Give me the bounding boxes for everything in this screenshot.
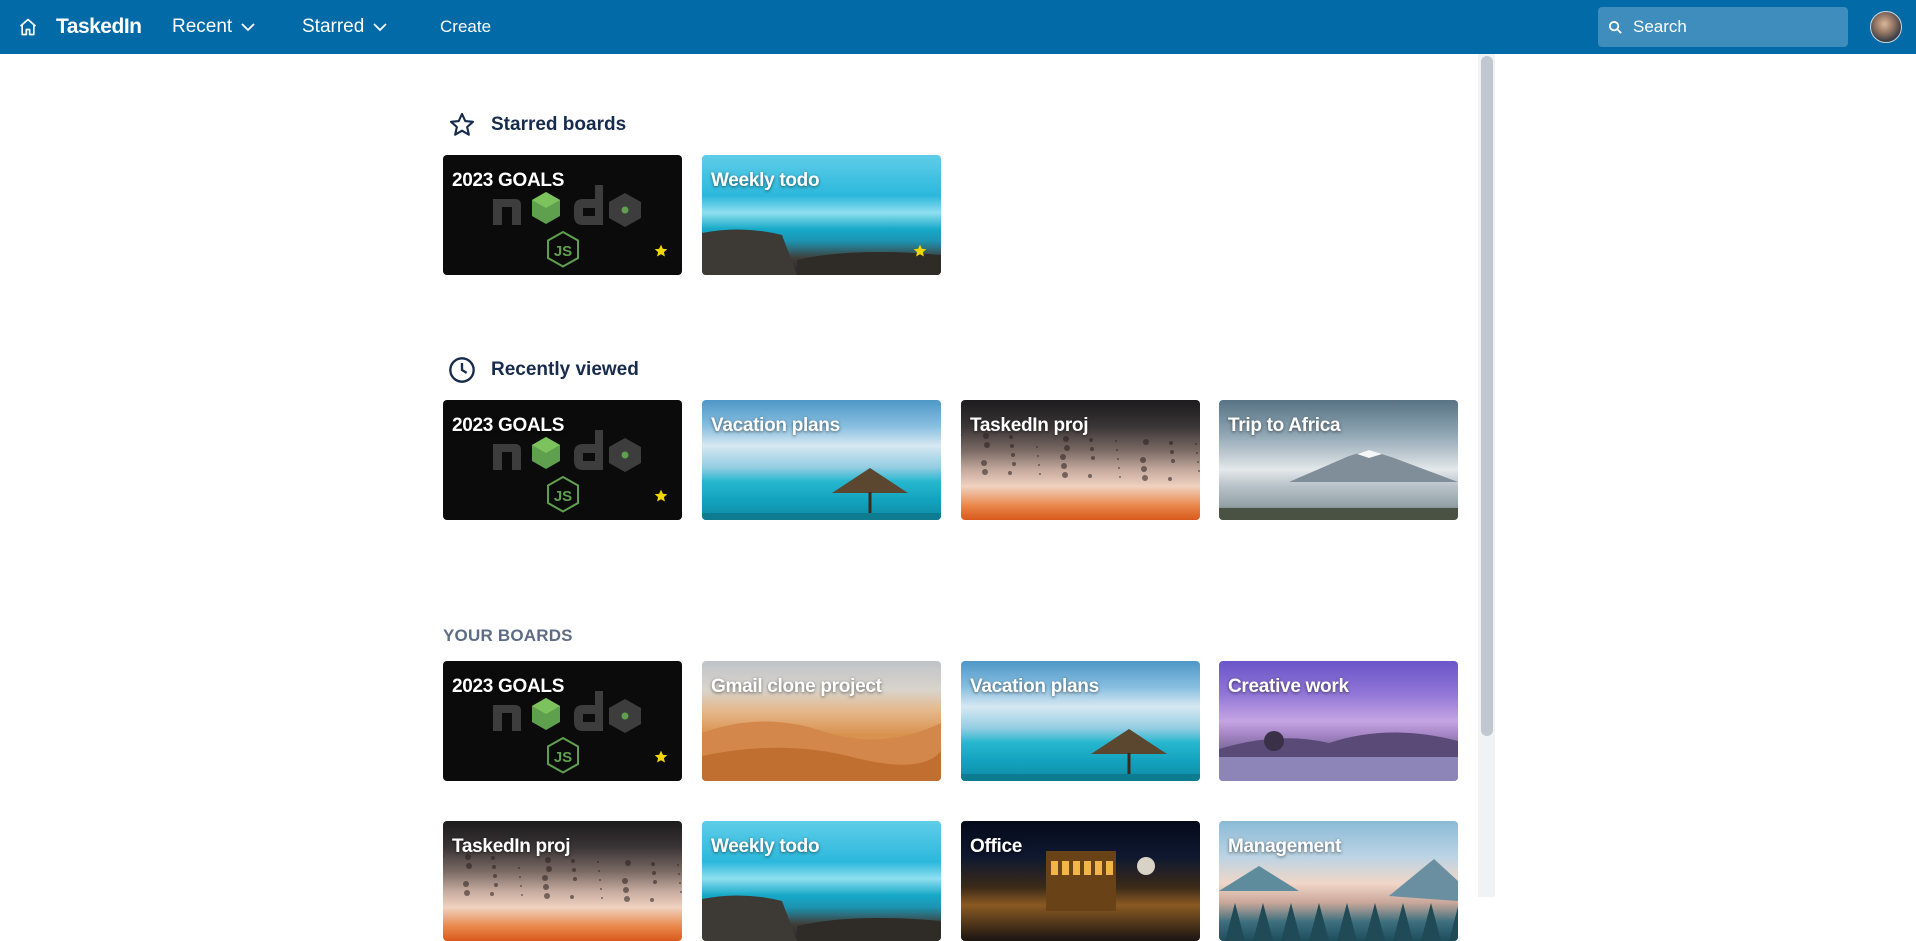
svg-text:JS: JS: [554, 749, 572, 766]
board-title: Weekly todo: [711, 836, 820, 857]
board-card[interactable]: Management: [1219, 821, 1458, 941]
star-filled-icon[interactable]: [653, 243, 669, 264]
board-title: Creative work: [1228, 676, 1349, 697]
recent-label: Recent: [172, 16, 233, 37]
star-filled-icon[interactable]: [653, 749, 669, 770]
board-card[interactable]: JS 2023 GOALS: [443, 155, 682, 275]
board-title: 2023 GOALS: [452, 170, 565, 191]
svg-text:JS: JS: [554, 488, 572, 505]
board-title: Gmail clone project: [711, 676, 882, 697]
chevron-down-icon: [372, 19, 388, 35]
board-card[interactable]: Vacation plans: [961, 661, 1200, 781]
top-navbar: TaskedIn Recent Starred Create: [0, 0, 1916, 54]
board-card[interactable]: JS 2023 GOALS: [443, 661, 682, 781]
board-card[interactable]: Gmail clone project: [702, 661, 941, 781]
avatar[interactable]: [1870, 11, 1902, 43]
clock-icon: [447, 355, 477, 385]
your-boards-title: YOUR BOARDS: [443, 626, 573, 645]
starred-boards-header: Starred boards: [447, 110, 626, 140]
star-filled-icon[interactable]: [912, 243, 928, 264]
search-box[interactable]: [1598, 7, 1848, 47]
search-icon: [1608, 20, 1622, 34]
brand-logo[interactable]: TaskedIn: [56, 0, 142, 54]
board-title: TaskedIn proj: [452, 836, 571, 857]
recent-dropdown[interactable]: Recent: [172, 0, 256, 54]
board-card[interactable]: Vacation plans: [702, 400, 941, 520]
board-card[interactable]: Weekly todo: [702, 821, 941, 941]
board-title: Vacation plans: [970, 676, 1099, 697]
section-title: Recently viewed: [491, 359, 639, 380]
scrollbar-thumb[interactable]: [1481, 56, 1493, 736]
board-card[interactable]: JS 2023 GOALS: [443, 400, 682, 520]
svg-text:JS: JS: [554, 243, 572, 260]
star-filled-icon[interactable]: [653, 488, 669, 509]
board-title: Vacation plans: [711, 415, 840, 436]
board-title: Office: [970, 836, 1023, 857]
board-card[interactable]: TaskedIn proj: [443, 821, 682, 941]
board-title: Trip to Africa: [1228, 415, 1341, 436]
star-outline-icon: [447, 110, 477, 140]
board-title: TaskedIn proj: [970, 415, 1089, 436]
board-card[interactable]: Creative work: [1219, 661, 1458, 781]
search-input[interactable]: [1631, 16, 1835, 38]
home-icon: [19, 18, 37, 36]
section-title: Starred boards: [491, 114, 627, 135]
recently-viewed-header: Recently viewed: [447, 355, 639, 385]
create-button[interactable]: Create: [440, 0, 491, 54]
board-title: Management: [1228, 836, 1342, 857]
board-card[interactable]: Trip to Africa: [1219, 400, 1458, 520]
home-button[interactable]: [14, 0, 42, 54]
starred-label: Starred: [302, 16, 365, 37]
board-title: Weekly todo: [711, 170, 820, 191]
board-title: 2023 GOALS: [452, 415, 565, 436]
board-card[interactable]: Weekly todo: [702, 155, 941, 275]
starred-dropdown[interactable]: Starred: [302, 0, 388, 54]
board-card[interactable]: Office: [961, 821, 1200, 941]
board-title: 2023 GOALS: [452, 676, 565, 697]
chevron-down-icon: [240, 19, 256, 35]
board-card[interactable]: TaskedIn proj: [961, 400, 1200, 520]
